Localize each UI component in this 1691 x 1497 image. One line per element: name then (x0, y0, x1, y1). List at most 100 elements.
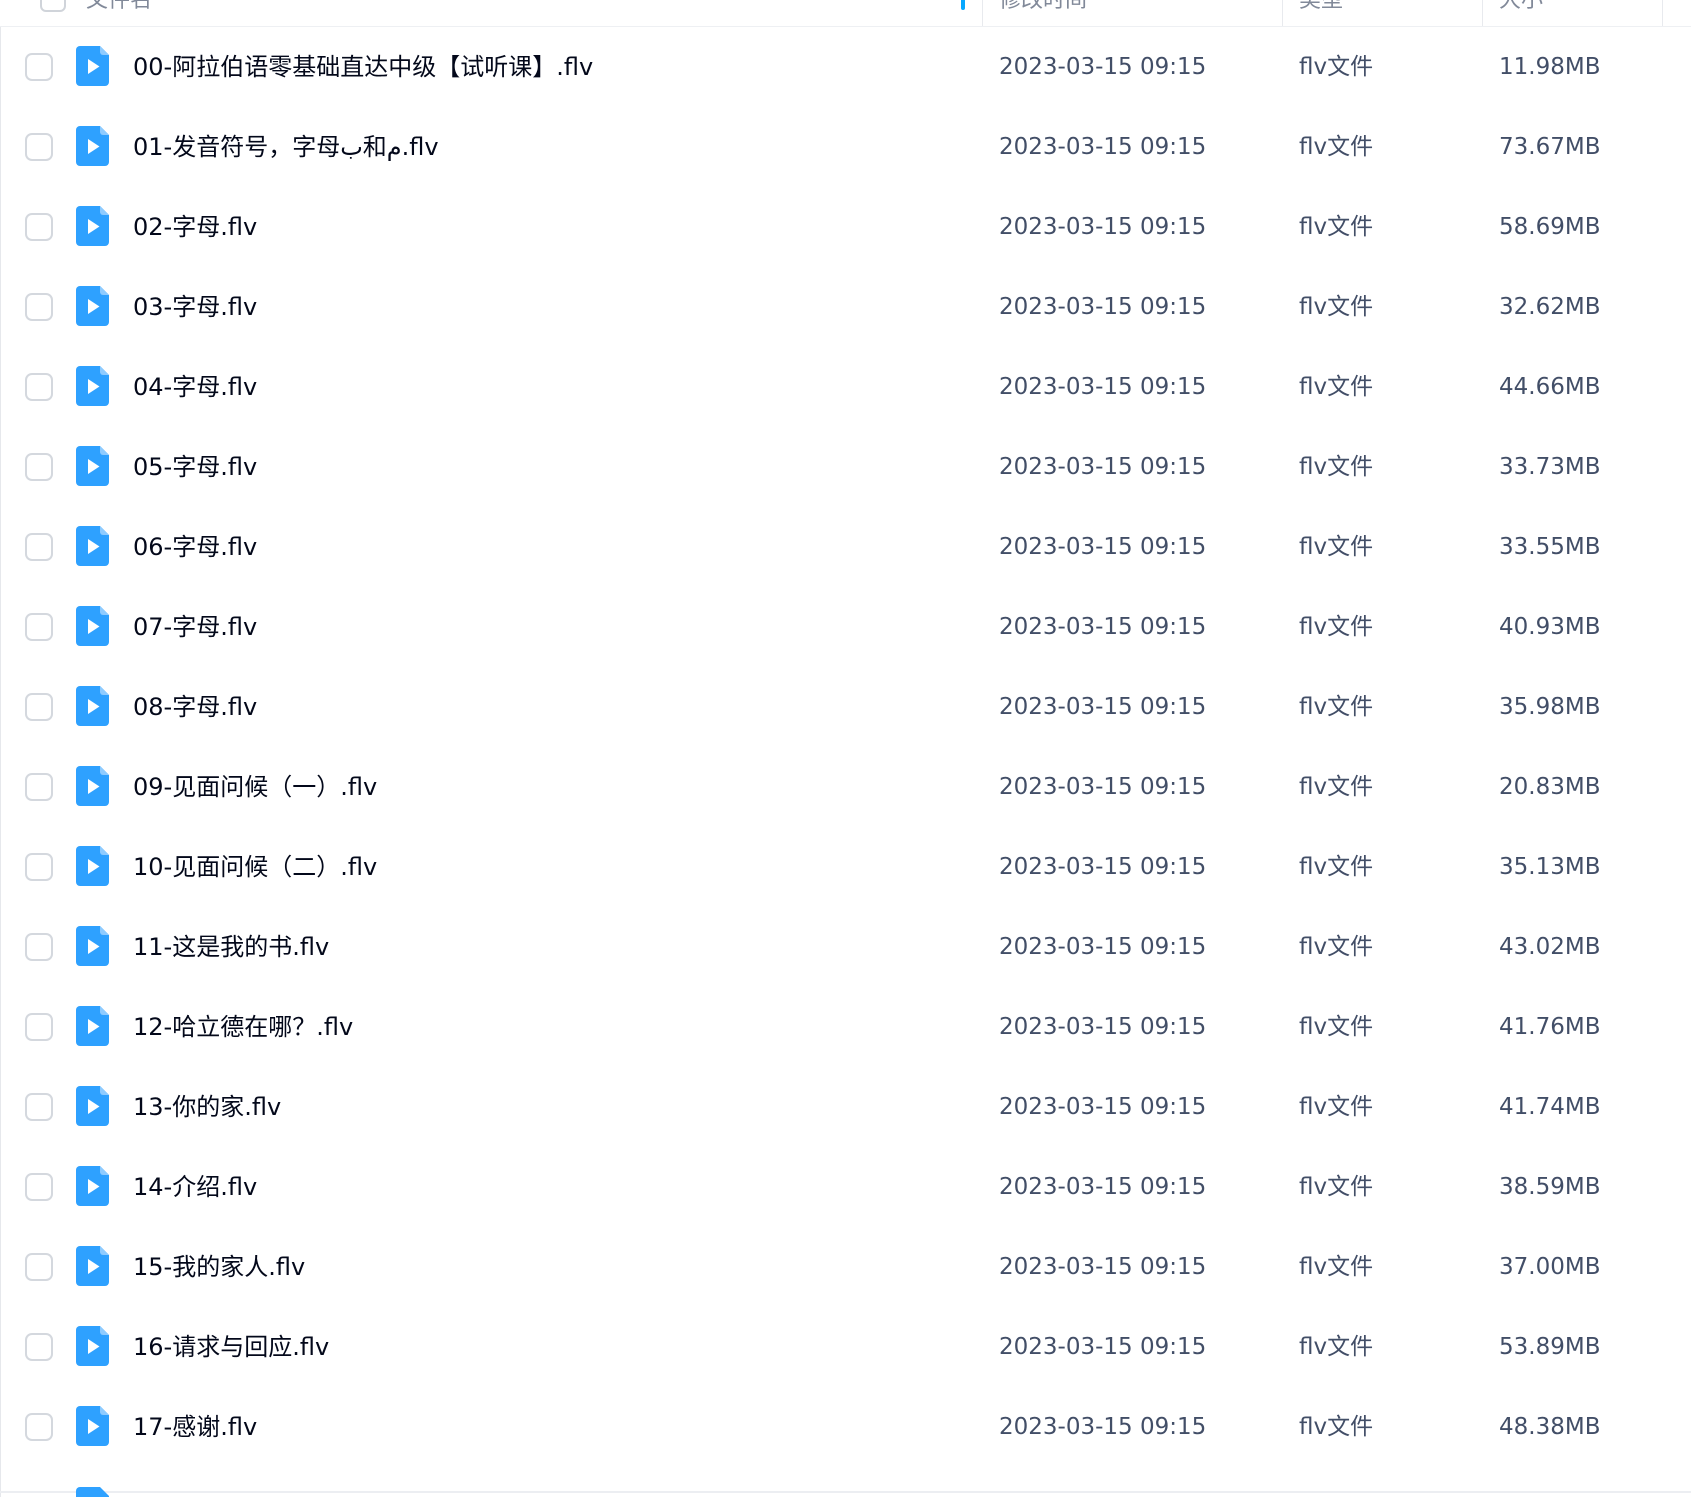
row-checkbox[interactable] (25, 53, 53, 81)
file-name[interactable]: 11-这是我的书.flv (133, 907, 329, 987)
file-modified-time: 2023-03-15 09:15 (999, 774, 1207, 800)
file-name[interactable]: 12-哈立德在哪？.flv (133, 987, 353, 1067)
row-checkbox[interactable] (25, 133, 53, 161)
column-divider[interactable] (982, 0, 983, 26)
file-modified-time: 2023-03-15 09:15 (999, 614, 1207, 640)
row-checkbox[interactable] (25, 1253, 53, 1281)
file-row[interactable]: 11-这是我的书.flv 2023-03-15 09:15 flv文件 43.0… (0, 907, 1691, 987)
file-row[interactable]: 00-阿拉伯语零基础直达中级【试听课】.flv 2023-03-15 09:15… (0, 27, 1691, 107)
file-size: 40.93MB (1499, 614, 1601, 640)
row-checkbox[interactable] (25, 533, 53, 561)
select-all-checkbox[interactable] (40, 0, 66, 12)
file-modified-time: 2023-03-15 09:15 (999, 214, 1207, 240)
column-header-type[interactable]: 类型 (1299, 0, 1343, 26)
row-checkbox[interactable] (25, 293, 53, 321)
file-name[interactable]: 06-字母.flv (133, 507, 257, 587)
file-name[interactable]: 08-字母.flv (133, 667, 257, 747)
file-name[interactable]: 13-你的家.flv (133, 1067, 281, 1147)
video-file-icon (76, 366, 109, 406)
file-type: flv文件 (1299, 934, 1374, 960)
file-modified-time: 2023-03-15 09:15 (999, 1094, 1207, 1120)
file-size: 35.98MB (1499, 694, 1601, 720)
file-row[interactable]: 12-哈立德在哪？.flv 2023-03-15 09:15 flv文件 41.… (0, 987, 1691, 1067)
row-checkbox[interactable] (25, 1333, 53, 1361)
file-name[interactable]: 14-介绍.flv (133, 1147, 257, 1227)
file-row[interactable]: 10-见面问候（二）.flv 2023-03-15 09:15 flv文件 35… (0, 827, 1691, 907)
video-file-icon (76, 766, 109, 806)
file-name[interactable]: 10-见面问候（二）.flv (133, 827, 377, 907)
file-name[interactable]: 04-字母.flv (133, 347, 257, 427)
row-checkbox[interactable] (25, 373, 53, 401)
file-name[interactable]: 00-阿拉伯语零基础直达中级【试听课】.flv (133, 27, 593, 107)
file-name[interactable]: 07-字母.flv (133, 587, 257, 667)
file-row[interactable]: 16-请求与回应.flv 2023-03-15 09:15 flv文件 53.8… (0, 1307, 1691, 1387)
column-divider[interactable] (1662, 0, 1663, 26)
file-type: flv文件 (1299, 1174, 1374, 1200)
row-checkbox[interactable] (25, 213, 53, 241)
video-file-icon (76, 1006, 109, 1046)
file-type: flv文件 (1299, 374, 1374, 400)
file-size: 53.89MB (1499, 1334, 1601, 1360)
column-header-modified[interactable]: 修改时间 (999, 0, 1087, 26)
row-checkbox[interactable] (25, 853, 53, 881)
file-modified-time: 2023-03-15 09:15 (999, 1014, 1207, 1040)
video-file-icon (76, 206, 109, 246)
video-file-icon (76, 686, 109, 726)
column-header-name[interactable]: 文件名 (86, 0, 152, 26)
file-name[interactable]: 16-请求与回应.flv (133, 1307, 329, 1387)
row-checkbox[interactable] (25, 1413, 53, 1441)
row-checkbox[interactable] (25, 1013, 53, 1041)
file-name[interactable]: 15-我的家人.flv (133, 1227, 305, 1307)
file-type: flv文件 (1299, 1334, 1374, 1360)
file-name[interactable]: 02-字母.flv (133, 187, 257, 267)
row-checkbox[interactable] (25, 613, 53, 641)
file-type: flv文件 (1299, 1414, 1374, 1440)
file-size: 32.62MB (1499, 294, 1601, 320)
column-header-size[interactable]: 大小 (1499, 0, 1543, 26)
file-row[interactable]: 01-发音符号，字母ب和م.flv 2023-03-15 09:15 flv文件… (0, 107, 1691, 187)
file-type: flv文件 (1299, 1014, 1374, 1040)
file-modified-time: 2023-03-15 09:15 (999, 54, 1207, 80)
file-row[interactable]: 03-字母.flv 2023-03-15 09:15 flv文件 32.62MB (0, 267, 1691, 347)
file-type: flv文件 (1299, 134, 1374, 160)
file-modified-time: 2023-03-15 09:15 (999, 934, 1207, 960)
file-name[interactable]: 17-感谢.flv (133, 1387, 257, 1467)
file-modified-time: 2023-03-15 09:15 (999, 1174, 1207, 1200)
row-checkbox[interactable] (25, 1173, 53, 1201)
row-checkbox[interactable] (25, 1093, 53, 1121)
file-type: flv文件 (1299, 694, 1374, 720)
row-checkbox[interactable] (25, 933, 53, 961)
file-modified-time: 2023-03-15 09:15 (999, 454, 1207, 480)
video-file-icon (76, 286, 109, 326)
file-size: 20.83MB (1499, 774, 1601, 800)
file-name[interactable]: 03-字母.flv (133, 267, 257, 347)
file-row[interactable]: 09-见面问候（一）.flv 2023-03-15 09:15 flv文件 20… (0, 747, 1691, 827)
file-type: flv文件 (1299, 454, 1374, 480)
video-file-icon (76, 46, 109, 86)
file-row[interactable]: 07-字母.flv 2023-03-15 09:15 flv文件 40.93MB (0, 587, 1691, 667)
file-row[interactable]: 02-字母.flv 2023-03-15 09:15 flv文件 58.69MB (0, 187, 1691, 267)
row-checkbox[interactable] (25, 453, 53, 481)
column-divider[interactable] (1482, 0, 1483, 26)
file-modified-time: 2023-03-15 09:15 (999, 694, 1207, 720)
file-row[interactable]: 04-字母.flv 2023-03-15 09:15 flv文件 44.66MB (0, 347, 1691, 427)
file-row[interactable]: 06-字母.flv 2023-03-15 09:15 flv文件 33.55MB (0, 507, 1691, 587)
file-size: 35.13MB (1499, 854, 1601, 880)
file-name[interactable]: 09-见面问候（一）.flv (133, 747, 377, 827)
video-file-icon (76, 1246, 109, 1286)
video-file-icon (76, 1086, 109, 1126)
column-divider[interactable] (1282, 0, 1283, 26)
file-row[interactable]: 05-字母.flv 2023-03-15 09:15 flv文件 33.73MB (0, 427, 1691, 507)
video-file-icon (76, 926, 109, 966)
row-checkbox[interactable] (25, 693, 53, 721)
file-row[interactable]: 08-字母.flv 2023-03-15 09:15 flv文件 35.98MB (0, 667, 1691, 747)
file-row[interactable]: 17-感谢.flv 2023-03-15 09:15 flv文件 48.38MB (0, 1387, 1691, 1467)
file-name[interactable]: 01-发音符号，字母ب和م.flv (133, 107, 439, 187)
file-row[interactable]: 13-你的家.flv 2023-03-15 09:15 flv文件 41.74M… (0, 1067, 1691, 1147)
file-type: flv文件 (1299, 854, 1374, 880)
file-name[interactable]: 05-字母.flv (133, 427, 257, 507)
row-checkbox[interactable] (25, 773, 53, 801)
file-row[interactable]: 15-我的家人.flv 2023-03-15 09:15 flv文件 37.00… (0, 1227, 1691, 1307)
file-row[interactable]: 14-介绍.flv 2023-03-15 09:15 flv文件 38.59MB (0, 1147, 1691, 1227)
video-file-icon (76, 606, 109, 646)
